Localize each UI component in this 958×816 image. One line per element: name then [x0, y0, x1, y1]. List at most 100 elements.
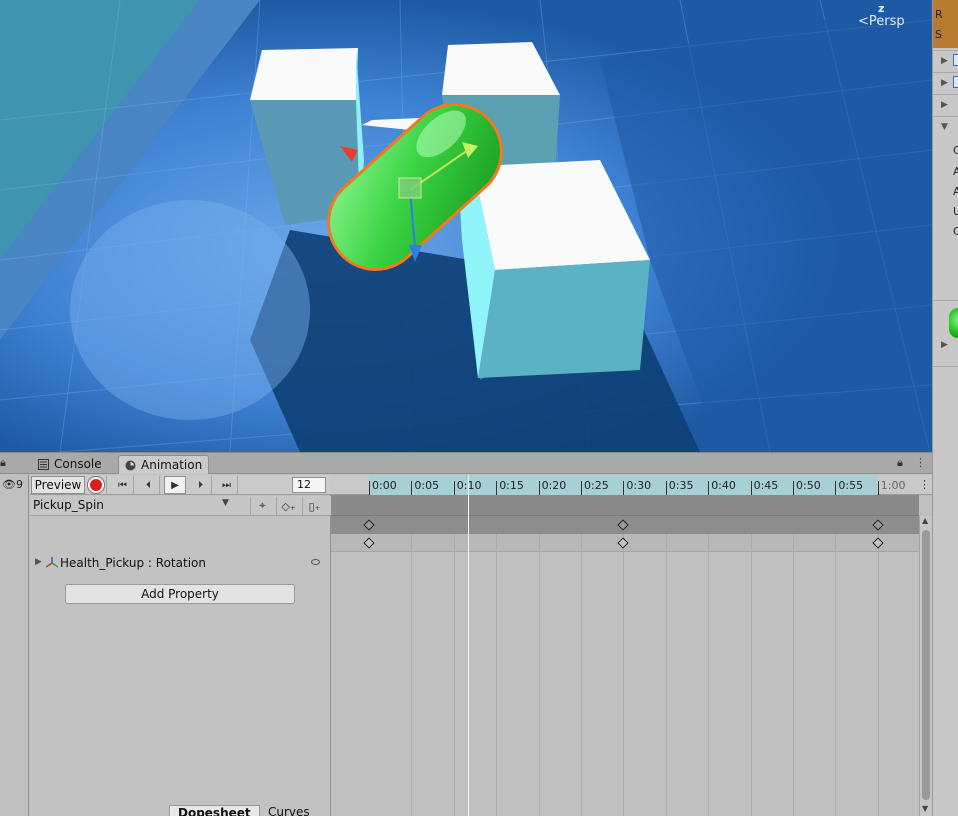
- tab-animation-label: Animation: [141, 458, 203, 472]
- current-frame-field[interactable]: 12: [292, 477, 326, 493]
- expand-arrow-icon[interactable]: ▶: [941, 56, 948, 66]
- add-event-button[interactable]: ▯₊: [302, 497, 326, 515]
- grid-line: [623, 534, 625, 816]
- grid-line: [538, 534, 540, 816]
- expand-arrow-icon[interactable]: ▶: [941, 100, 948, 110]
- ruler-tick-label: 0:25: [584, 479, 609, 492]
- skip-to-end-icon: ⏭: [222, 479, 231, 491]
- expand-arrow-icon[interactable]: ▶: [35, 557, 42, 567]
- persp-icon: <: [858, 14, 869, 29]
- tab-curves[interactable]: Curves: [260, 805, 318, 816]
- playback-toolbar: Preview ⏮ ⏴ ▶ ⏵ ⏭ 12: [30, 475, 331, 495]
- visibility-count[interactable]: 👁︎9: [2, 478, 23, 491]
- scroll-up-icon[interactable]: ▲: [922, 516, 928, 525]
- kebab-menu-icon[interactable]: ⋮: [915, 456, 926, 469]
- next-keyframe-button[interactable]: ⏵: [190, 476, 212, 494]
- grid-line: [708, 534, 710, 816]
- playhead[interactable]: [467, 475, 469, 816]
- vertical-scrollbar[interactable]: ▲ ▼: [919, 516, 932, 816]
- clip-selector-bar: Pickup_Spin ▼ ⌖ ◇₊ ▯₊: [30, 496, 331, 516]
- grid-line: [581, 534, 582, 816]
- grid-line: [793, 534, 794, 816]
- expand-arrow-icon[interactable]: ▶: [941, 78, 948, 88]
- scrollbar-thumb[interactable]: [922, 530, 930, 800]
- inspector-letter-2: S: [935, 28, 942, 41]
- preview-button[interactable]: Preview: [31, 476, 85, 494]
- dopesheet-timeline[interactable]: 0:00 0:05 0:10 0:15 0:20 0:25 0:30 0:35 0:40 0:45…: [331, 475, 932, 816]
- ruler-tick-label: 0:15: [499, 479, 524, 492]
- divider: [933, 366, 958, 367]
- ruler-tick-label: 0:45: [753, 479, 779, 492]
- clip-dropdown[interactable]: Pickup_Spin: [33, 498, 104, 512]
- hidden-eye-icon: 👁︎: [2, 478, 16, 491]
- property-row-rotation[interactable]: ▶ Health_Pickup : Rotation: [30, 554, 331, 572]
- record-button[interactable]: [85, 476, 107, 494]
- add-event-icon: ▯₊: [308, 499, 321, 513]
- chevron-down-icon[interactable]: ▼: [222, 498, 229, 508]
- ruler-tick-label: 0:10: [456, 479, 482, 492]
- ruler-tick: [538, 481, 540, 495]
- ruler-tick-label: 0:00: [372, 479, 397, 492]
- prev-keyframe-button[interactable]: ⏴: [138, 476, 160, 494]
- grid-line: [750, 534, 752, 816]
- tab-dopesheet[interactable]: Dopesheet: [169, 805, 260, 816]
- persp-label: Persp: [868, 14, 905, 29]
- ruler-tick: [835, 481, 837, 495]
- window-tab-bar: 🔒︎ Console Animation 🔒︎ ⋮: [0, 453, 932, 474]
- grid-line: [453, 534, 455, 816]
- ruler-tick-label: 0:40: [711, 479, 736, 492]
- ruler-tick-label: 0:50: [796, 479, 821, 492]
- hierarchy-gutter: 👁︎9: [0, 475, 29, 816]
- scene-view[interactable]: z <Persp: [0, 0, 932, 452]
- component-icon: [953, 54, 958, 66]
- persp-toggle[interactable]: <Persp: [858, 14, 905, 29]
- inspector-letter-7: C: [953, 225, 958, 238]
- tab-console-label: Console: [54, 457, 102, 471]
- play-button[interactable]: ▶: [164, 476, 186, 494]
- add-keyframe-button[interactable]: ◇₊: [276, 497, 300, 515]
- ruler-tick: [623, 481, 625, 495]
- lock-icon[interactable]: 🔒︎: [0, 456, 6, 470]
- ruler-tick: [793, 481, 794, 495]
- last-keyframe-button[interactable]: ⏭: [216, 476, 238, 494]
- ruler-tick-label: 0:30: [626, 479, 652, 492]
- ruler-tick-label: 0:55: [838, 479, 864, 492]
- ruler-tick-label: 0:20: [541, 479, 567, 492]
- scene-render: [0, 0, 932, 452]
- add-keyframe-icon: ◇₊: [281, 499, 296, 513]
- animation-window: 🔒︎ Console Animation 🔒︎ ⋮ 👁︎9 Preview ⏮: [0, 452, 932, 816]
- kebab-menu-icon[interactable]: ⋮: [919, 478, 930, 491]
- clock-icon: [125, 460, 136, 471]
- add-property-button[interactable]: Add Property: [65, 584, 295, 604]
- inspector-letter-4: A: [953, 165, 958, 178]
- component-icon: [953, 76, 958, 88]
- grid-line: [877, 534, 879, 816]
- ruler-tick: [750, 481, 752, 495]
- grid-line: [496, 534, 498, 816]
- scroll-down-icon[interactable]: ▼: [922, 804, 928, 813]
- events-row[interactable]: [331, 495, 919, 516]
- divider: [933, 94, 958, 95]
- inspector-letter-5: A: [953, 185, 958, 198]
- tab-console[interactable]: Console: [32, 455, 108, 474]
- step-back-icon: ⏴: [146, 479, 151, 491]
- collapse-arrow-icon[interactable]: ▼: [941, 122, 948, 132]
- tab-animation[interactable]: Animation: [118, 455, 210, 474]
- grid-line: [835, 534, 837, 816]
- lock-icon[interactable]: 🔒︎: [897, 456, 903, 470]
- animation-property-panel: Preview ⏮ ⏴ ▶ ⏵ ⏭ 12 Pickup_Spin ▼ ⌖ ◇₊ …: [30, 475, 331, 816]
- crosshair-icon: ⌖: [259, 499, 266, 512]
- filter-by-selection-button[interactable]: ⌖: [250, 497, 274, 515]
- ruler-tick: [369, 481, 370, 495]
- property-options-icon[interactable]: [311, 559, 320, 565]
- divider: [933, 300, 958, 301]
- transform-icon: [46, 557, 58, 568]
- expand-arrow-icon[interactable]: ▶: [941, 340, 948, 350]
- first-keyframe-button[interactable]: ⏮: [112, 476, 134, 494]
- skip-to-start-icon: ⏮: [118, 479, 127, 491]
- grid-line: [665, 534, 667, 816]
- time-ruler[interactable]: 0:00 0:05 0:10 0:15 0:20 0:25 0:30 0:35 0:40 0:45…: [331, 475, 932, 495]
- ruler-tick-label: 0:35: [668, 479, 694, 492]
- ruler-tick-label: 1:00: [880, 479, 906, 492]
- inspector-letter-6: U: [953, 205, 958, 218]
